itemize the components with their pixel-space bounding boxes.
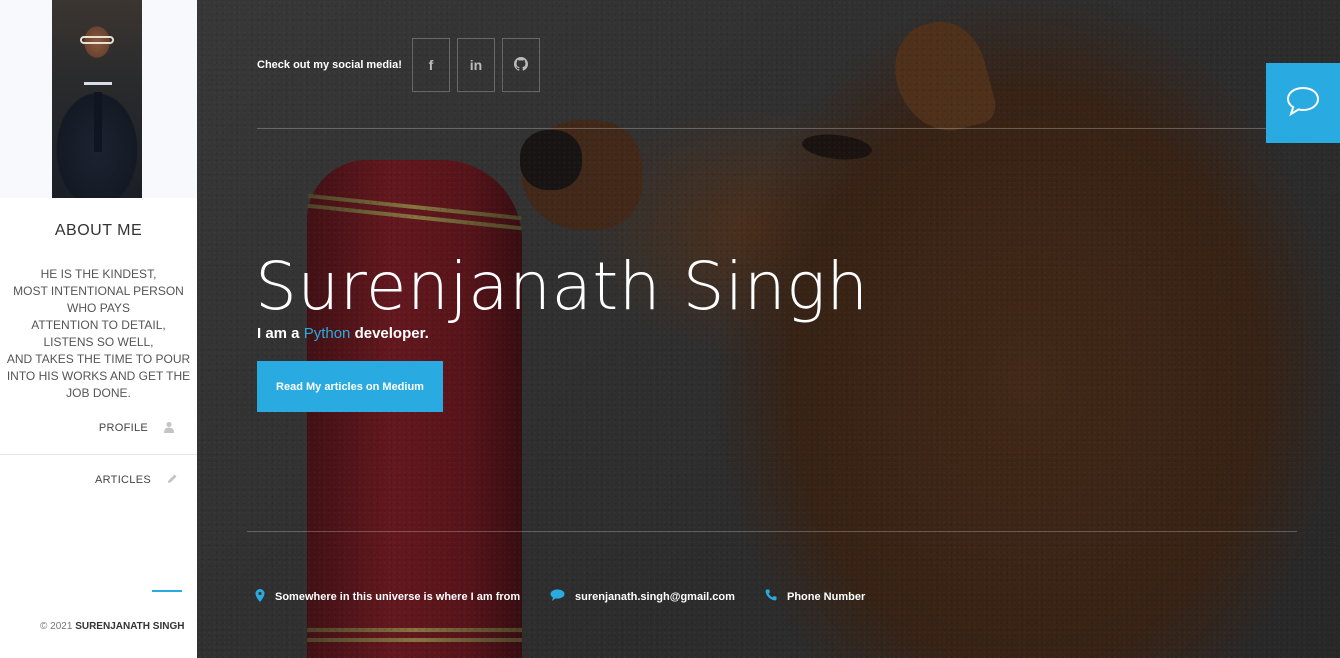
divider-top xyxy=(257,128,1340,129)
location-text: Somewhere in this universe is where I am… xyxy=(275,591,521,603)
tagline-prefix: I am a xyxy=(257,325,304,342)
facebook-button[interactable]: f xyxy=(412,38,450,92)
medium-articles-button[interactable]: Read My articles on Medium xyxy=(257,361,443,412)
hero-section: Check out my social media! f in Surenjan… xyxy=(197,0,1340,658)
github-icon xyxy=(514,56,528,74)
hero-tagline: I am a Python developer. xyxy=(257,325,429,342)
facebook-icon: f xyxy=(428,57,434,73)
contact-email[interactable]: surenjanath.singh@gmail.com xyxy=(550,589,735,604)
nav-item-profile[interactable]: PROFILE xyxy=(0,403,200,453)
about-text: HE IS THE KINDEST, MOST INTENTIONAL PERS… xyxy=(0,266,197,402)
user-icon xyxy=(162,421,176,436)
tagline-highlight: Python xyxy=(303,325,351,342)
accent-line xyxy=(152,590,182,592)
about-title: ABOUT ME xyxy=(54,222,143,239)
map-pin-icon xyxy=(255,589,265,605)
phone-icon xyxy=(765,589,777,604)
email-text: surenjanath.singh@gmail.com xyxy=(575,590,735,603)
nav-item-articles[interactable]: ARTICLES xyxy=(0,455,197,505)
phone-text: Phone Number xyxy=(787,590,866,603)
pencil-icon xyxy=(165,473,179,488)
about-line: WHO PAYS xyxy=(67,301,130,315)
about-line: INTO HIS WORKS AND GET THE xyxy=(6,369,191,383)
about-line: JOB DONE. xyxy=(66,386,131,400)
about-line: MOST INTENTIONAL PERSON xyxy=(13,284,184,298)
contact-location: Somewhere in this universe is where I am… xyxy=(255,589,520,605)
hero-name: Surenjanath Singh xyxy=(255,248,869,325)
linkedin-button[interactable]: in xyxy=(457,38,495,92)
chat-bubble-icon xyxy=(550,589,565,604)
copyright: © 2021 SURENJANATH SINGH xyxy=(40,621,184,632)
chat-button[interactable] xyxy=(1266,63,1340,143)
about-line: HE IS THE KINDEST, xyxy=(40,267,157,281)
profile-photo-frame xyxy=(0,0,197,198)
about-line: LISTENS SO WELL, xyxy=(43,335,154,349)
tie-detail xyxy=(94,92,102,152)
divider-bottom xyxy=(247,531,1297,532)
sidebar: ABOUT ME HE IS THE KINDEST, MOST INTENTI… xyxy=(0,0,200,658)
nav-item-label: PROFILE xyxy=(98,422,148,434)
linkedin-icon: in xyxy=(469,57,483,73)
about-line: AND TAKES THE TIME TO POUR xyxy=(6,352,191,366)
contact-phone: Phone Number xyxy=(765,589,865,604)
glasses-detail xyxy=(80,36,114,44)
nav-item-label: ARTICLES xyxy=(95,474,151,486)
copyright-prefix: © 2021 xyxy=(40,621,73,632)
speech-bubble-icon xyxy=(1286,86,1320,121)
copyright-name: SURENJANATH SINGH xyxy=(75,621,185,632)
github-button[interactable] xyxy=(502,38,540,92)
tagline-suffix: developer. xyxy=(350,325,429,342)
social-label: Check out my social media! xyxy=(257,59,402,71)
profile-photo xyxy=(52,0,142,198)
about-line: ATTENTION TO DETAIL, xyxy=(31,318,166,332)
